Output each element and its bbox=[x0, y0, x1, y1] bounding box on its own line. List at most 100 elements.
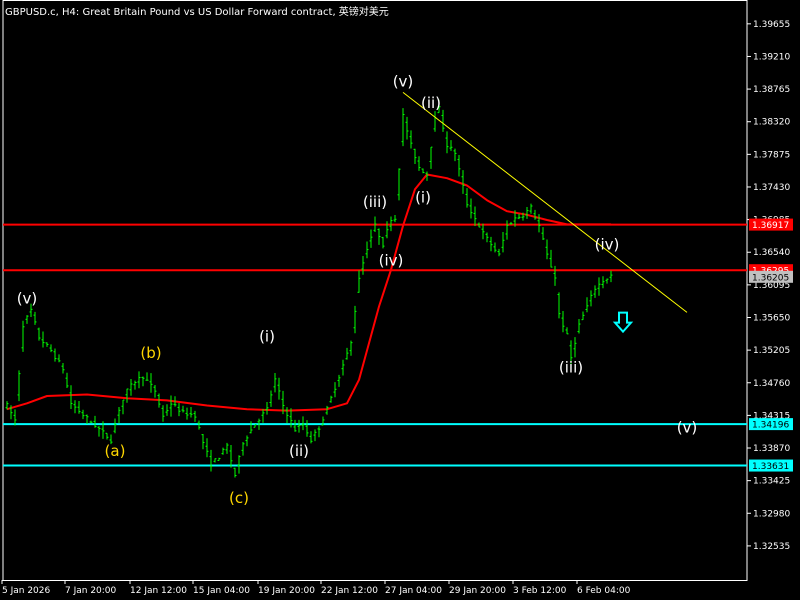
candle bbox=[197, 420, 201, 430]
candle bbox=[597, 277, 601, 296]
candle bbox=[429, 146, 433, 169]
chart-title: GBPUSD.c, H4: Great Britain Pound vs US … bbox=[5, 7, 389, 18]
candle bbox=[469, 198, 473, 219]
candle bbox=[21, 320, 25, 352]
x-tick-label: 29 Jan 20:00 bbox=[449, 586, 506, 596]
y-tick-label: 1.33425 bbox=[753, 477, 790, 487]
candle bbox=[277, 377, 281, 400]
candle bbox=[589, 290, 593, 307]
candle bbox=[249, 421, 253, 434]
candle bbox=[541, 227, 545, 240]
y-tick-label: 1.32980 bbox=[753, 509, 790, 519]
candle bbox=[193, 410, 197, 422]
candle bbox=[365, 241, 369, 259]
wave-label: (i) bbox=[415, 188, 431, 206]
x-tick-label: 7 Jan 20:00 bbox=[65, 586, 117, 596]
candle bbox=[141, 376, 145, 387]
candle bbox=[357, 270, 361, 293]
candle bbox=[485, 232, 489, 243]
wave-label: (i) bbox=[259, 328, 275, 346]
candle bbox=[229, 445, 233, 468]
candle bbox=[493, 242, 497, 253]
candle bbox=[41, 331, 45, 348]
candle bbox=[585, 297, 589, 313]
candle bbox=[337, 374, 341, 387]
candle bbox=[457, 155, 461, 177]
candle bbox=[517, 213, 521, 220]
candle bbox=[393, 215, 397, 223]
candle bbox=[45, 342, 49, 347]
candle bbox=[473, 206, 477, 226]
wave-label: (iii) bbox=[363, 193, 387, 211]
candle bbox=[329, 395, 333, 403]
x-tick-label: 6 Feb 04:00 bbox=[577, 586, 631, 596]
trendline bbox=[402, 91, 688, 313]
candle bbox=[209, 449, 213, 472]
wave-label: (iii) bbox=[559, 358, 583, 376]
down-arrow-icon bbox=[612, 311, 634, 334]
candle bbox=[97, 426, 101, 437]
x-tick-label: 22 Jan 12:00 bbox=[321, 586, 378, 596]
candle bbox=[361, 255, 365, 275]
candle bbox=[213, 458, 217, 463]
y-tick-label: 1.38320 bbox=[753, 118, 790, 128]
y-tick-label: 1.37430 bbox=[753, 183, 790, 193]
candle bbox=[237, 455, 241, 474]
candle bbox=[153, 385, 157, 398]
x-tick-label: 12 Jan 12:00 bbox=[130, 586, 187, 596]
candle bbox=[61, 362, 65, 374]
candle bbox=[581, 311, 585, 321]
wave-label: (v) bbox=[677, 419, 698, 437]
candle bbox=[529, 203, 533, 214]
candle bbox=[417, 156, 421, 171]
candle bbox=[161, 405, 165, 422]
candle bbox=[165, 404, 169, 416]
chart-window[interactable]: 1.39655 1.39210 1.38765 1.38320 1.37875 1.374… bbox=[0, 0, 800, 600]
candle bbox=[105, 432, 109, 440]
candle bbox=[421, 168, 425, 174]
price-chart[interactable]: 1.39655 1.39210 1.38765 1.38320 1.37875 1.374… bbox=[0, 0, 800, 600]
moving-average-line bbox=[6, 173, 611, 412]
y-tick-label: 1.37875 bbox=[753, 150, 790, 160]
candle bbox=[573, 337, 577, 358]
candle bbox=[601, 276, 605, 289]
candle bbox=[505, 220, 509, 240]
candle bbox=[557, 292, 561, 319]
candle bbox=[73, 400, 77, 414]
candle bbox=[185, 407, 189, 420]
y-tick-label: 1.34760 bbox=[753, 379, 790, 389]
candle bbox=[261, 409, 265, 423]
price-badge-label: 1.36917 bbox=[752, 221, 789, 231]
candle bbox=[345, 347, 349, 360]
candle bbox=[305, 420, 309, 437]
candle bbox=[313, 429, 317, 442]
wave-label: (ii) bbox=[421, 94, 441, 112]
candle bbox=[241, 441, 245, 456]
y-tick-label: 1.35205 bbox=[753, 346, 790, 356]
candle bbox=[325, 405, 329, 415]
candle bbox=[89, 420, 93, 423]
candle bbox=[137, 371, 141, 389]
candle bbox=[205, 438, 209, 458]
candle bbox=[33, 311, 37, 325]
candle bbox=[37, 327, 41, 341]
candle bbox=[145, 372, 149, 381]
candle bbox=[409, 130, 413, 149]
candle bbox=[413, 148, 417, 165]
wave-label: (b) bbox=[140, 344, 161, 362]
candle bbox=[189, 406, 193, 418]
candle bbox=[489, 236, 493, 252]
candle bbox=[81, 409, 85, 420]
candle bbox=[169, 395, 173, 417]
candle bbox=[497, 248, 501, 257]
candle bbox=[577, 319, 581, 334]
y-tick-label: 1.33870 bbox=[753, 444, 790, 454]
candle bbox=[269, 390, 273, 407]
y-tick-label: 1.39655 bbox=[753, 20, 790, 30]
candle bbox=[369, 229, 373, 248]
candle bbox=[377, 228, 381, 245]
wave-label: (ii) bbox=[289, 442, 309, 460]
price-badge: 1.34196 bbox=[749, 418, 793, 431]
candle bbox=[265, 402, 269, 415]
candle bbox=[353, 305, 357, 334]
